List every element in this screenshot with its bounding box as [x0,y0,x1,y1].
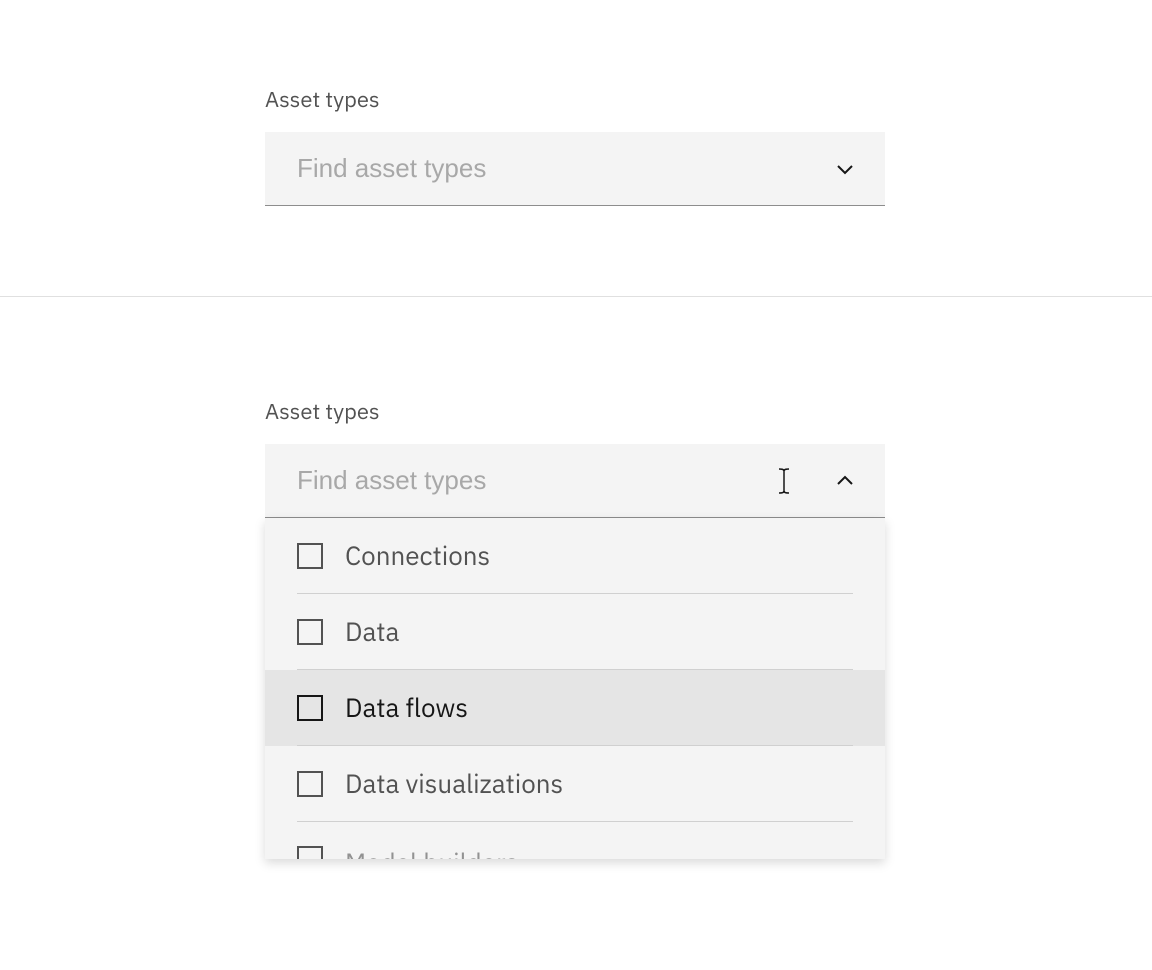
checkbox-icon[interactable] [297,846,323,859]
open-dropdown-section: Asset types Connections Data [0,297,1152,949]
menu-item-label: Data visualizations [345,767,563,801]
closed-dropdown-section: Asset types [0,0,1152,296]
asset-types-label: Asset types [265,85,887,114]
asset-types-label-open: Asset types [265,397,887,426]
menu-item-label: Data [345,615,399,649]
checkbox-icon[interactable] [297,619,323,645]
menu-item-data-flows[interactable]: Data flows [265,670,885,746]
menu-item-data[interactable]: Data [265,594,885,670]
menu-item-data-visualizations[interactable]: Data visualizations [265,746,885,822]
asset-types-input-open[interactable] [265,444,885,518]
menu-item-label: Data flows [345,691,468,725]
asset-types-menu: Connections Data Data flows Data visuali… [265,518,885,859]
menu-item-label: Model builders [345,846,518,859]
menu-item-model-builders[interactable]: Model builders [265,822,885,859]
checkbox-icon[interactable] [297,771,323,797]
asset-types-combo-closed[interactable] [265,132,885,206]
asset-types-combo-open[interactable] [265,444,885,518]
checkbox-icon[interactable] [297,695,323,721]
checkbox-icon[interactable] [297,543,323,569]
menu-item-label: Connections [345,539,490,573]
asset-types-input-closed[interactable] [265,132,885,206]
menu-item-connections[interactable]: Connections [265,518,885,594]
